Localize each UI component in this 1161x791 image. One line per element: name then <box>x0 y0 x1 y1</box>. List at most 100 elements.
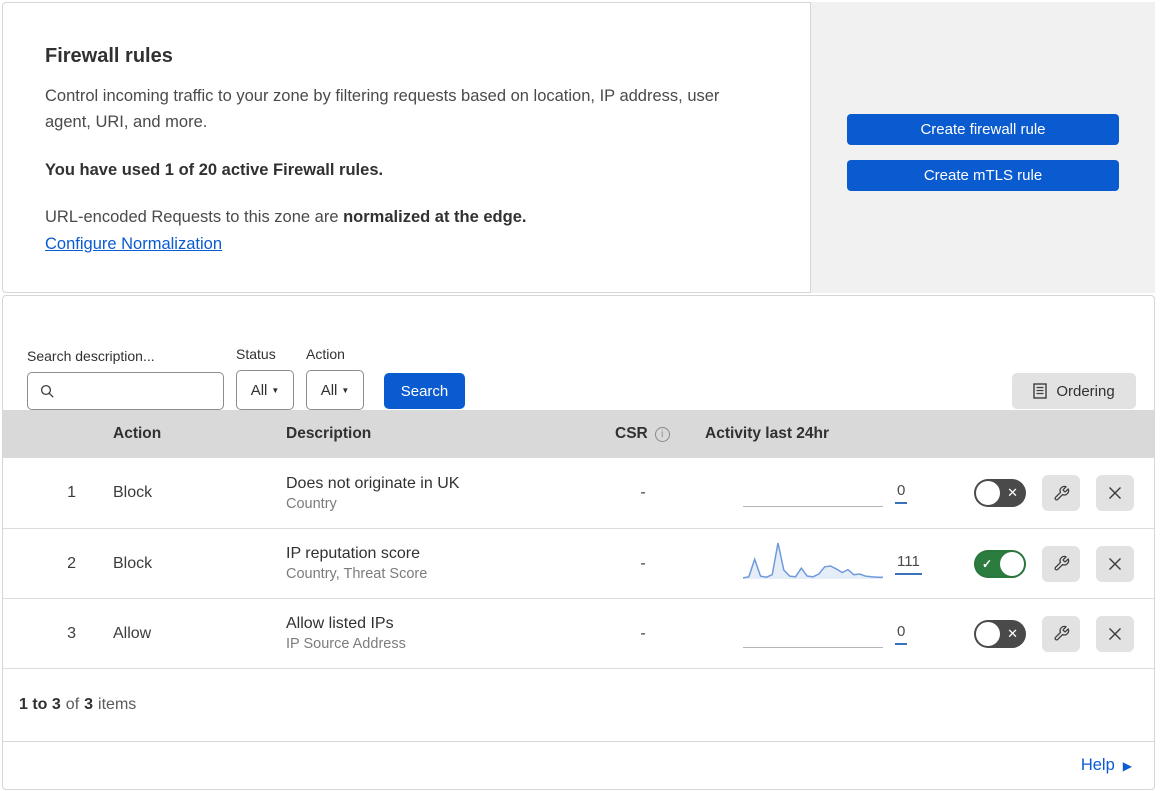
ordering-button[interactable]: Ordering <box>1012 373 1136 409</box>
rule-priority: 1 <box>67 484 76 501</box>
status-selected-value: All <box>250 381 268 399</box>
help-label: Help <box>1080 756 1115 774</box>
help-link[interactable]: Help ▶ <box>1081 756 1132 775</box>
toggle-knob <box>976 481 1000 505</box>
activity-count-link[interactable]: 0 <box>895 482 908 504</box>
activity-sparkline <box>743 612 883 656</box>
toggle-knob <box>1000 551 1024 576</box>
chevron-down-icon: ▼ <box>341 385 350 395</box>
close-icon <box>1109 487 1121 499</box>
configure-normalization-link[interactable]: Configure Normalization <box>45 235 222 253</box>
rule-action: Block <box>113 484 153 501</box>
status-label: Status <box>236 346 276 362</box>
rule-controls: ✓ ✕ <box>963 545 1154 582</box>
create-mtls-rule-button[interactable]: Create mTLS rule <box>847 160 1119 191</box>
delete-rule-button[interactable] <box>1096 545 1134 582</box>
wrench-icon <box>1054 625 1069 641</box>
header-action: Action <box>113 425 162 442</box>
ordering-label: Ordering <box>1056 382 1115 400</box>
activity-flatline <box>743 506 883 507</box>
search-box <box>27 372 224 410</box>
activity-count-link[interactable]: 111 <box>895 553 922 575</box>
rule-match-fields: IP Source Address <box>286 636 406 652</box>
action-filter: Action All ▼ <box>306 346 364 410</box>
edit-rule-button[interactable] <box>1042 545 1080 582</box>
header-description: Description <box>286 425 372 442</box>
table-header: Action Description CSR i Activity last 2… <box>3 410 1154 458</box>
normalization-text: URL-encoded Requests to this zone are <box>45 208 344 227</box>
rule-description: IP reputation score <box>286 545 421 562</box>
rule-csr-value: - <box>640 554 646 572</box>
search-icon <box>40 384 54 398</box>
activity-count-link[interactable]: 0 <box>895 623 908 645</box>
rule-controls: ✓ ✕ <box>963 475 1154 511</box>
rule-priority: 2 <box>67 554 76 572</box>
filter-bar: Search description... Status All ▼ Actio… <box>3 296 1154 410</box>
check-icon: ✓ <box>982 556 993 571</box>
usage-notice: You have used 1 of 20 active Firewall ru… <box>45 161 384 180</box>
status-filter: Status All ▼ <box>236 346 294 410</box>
wrench-icon <box>1054 555 1069 571</box>
close-icon <box>1109 627 1121 640</box>
normalization-bold-text: normalized at the edge. <box>343 208 527 227</box>
intro-card: Firewall rules Control incoming traffic … <box>2 2 811 293</box>
rule-enabled-toggle[interactable]: ✓ ✕ <box>974 619 1026 648</box>
table-body: 1 Block Does not originate in UK Country… <box>3 458 1154 668</box>
help-bar: Help ▶ <box>3 741 1154 789</box>
delete-rule-button[interactable] <box>1096 615 1134 652</box>
top-section: Firewall rules Control incoming traffic … <box>2 2 1155 293</box>
rule-action: Block <box>113 554 153 572</box>
rule-description: Allow listed IPs <box>286 615 394 632</box>
action-select[interactable]: All ▼ <box>306 370 364 410</box>
of-text: of <box>65 696 80 713</box>
chevron-down-icon: ▼ <box>271 385 280 395</box>
action-selected-value: All <box>320 381 338 399</box>
info-icon[interactable]: i <box>654 426 670 442</box>
header-activity: Activity last 24hr <box>705 425 830 442</box>
total-count: 3 <box>84 696 94 713</box>
table-row: 2 Block IP reputation score Country, Thr… <box>3 528 1154 598</box>
rule-csr-value: - <box>640 484 646 501</box>
rule-match-fields: Country, Threat Score <box>286 566 428 582</box>
rule-action: Allow <box>113 624 152 642</box>
pagination-summary: 1 to 3 of 3 items <box>3 668 1154 741</box>
items-text: items <box>98 696 137 713</box>
header-csr-label: CSR <box>615 425 648 442</box>
rule-enabled-toggle[interactable]: ✓ ✕ <box>974 549 1026 578</box>
rule-description-cell: IP reputation score Country, Threat Scor… <box>276 545 593 582</box>
search-filter: Search description... <box>27 348 224 410</box>
status-select[interactable]: All ▼ <box>236 370 294 410</box>
activity-flatline <box>743 646 883 648</box>
rule-description-cell: Does not originate in UK Country <box>276 475 593 512</box>
page-description: Control incoming traffic to your zone by… <box>45 87 720 131</box>
rules-card: Search description... Status All ▼ Actio… <box>2 295 1155 790</box>
rule-activity-cell: 111 <box>693 542 963 586</box>
delete-rule-button[interactable] <box>1096 475 1134 511</box>
normalization-notice: URL-encoded Requests to this zone are no… <box>45 208 768 227</box>
rule-enabled-toggle[interactable]: ✓ ✕ <box>974 479 1026 507</box>
edit-rule-button[interactable] <box>1042 475 1080 511</box>
table-row: 1 Block Does not originate in UK Country… <box>3 458 1154 528</box>
rule-description: Does not originate in UK <box>286 474 460 492</box>
search-input[interactable] <box>28 373 223 409</box>
rule-priority: 3 <box>67 624 76 642</box>
range-text: 1 to 3 <box>19 696 61 713</box>
rule-controls: ✓ ✕ <box>963 615 1154 652</box>
activity-sparkline <box>743 542 883 586</box>
x-icon: ✕ <box>1007 485 1018 500</box>
rule-description-cell: Allow listed IPs IP Source Address <box>276 615 593 652</box>
activity-sparkline <box>743 471 883 515</box>
edit-rule-button[interactable] <box>1042 615 1080 652</box>
close-icon <box>1109 557 1121 570</box>
rule-csr-value: - <box>640 624 646 642</box>
rule-activity-cell: 0 <box>693 471 963 515</box>
x-icon: ✕ <box>1007 625 1018 641</box>
ordering-list-icon <box>1033 383 1048 399</box>
arrow-right-icon: ▶ <box>1122 758 1132 773</box>
search-button[interactable]: Search <box>384 373 465 409</box>
create-firewall-rule-button[interactable]: Create firewall rule <box>847 114 1119 145</box>
wrench-icon <box>1054 485 1069 500</box>
action-label: Action <box>306 346 345 362</box>
rule-match-fields: Country <box>286 495 337 512</box>
firewall-rules-page: Firewall rules Control incoming traffic … <box>0 0 1161 790</box>
